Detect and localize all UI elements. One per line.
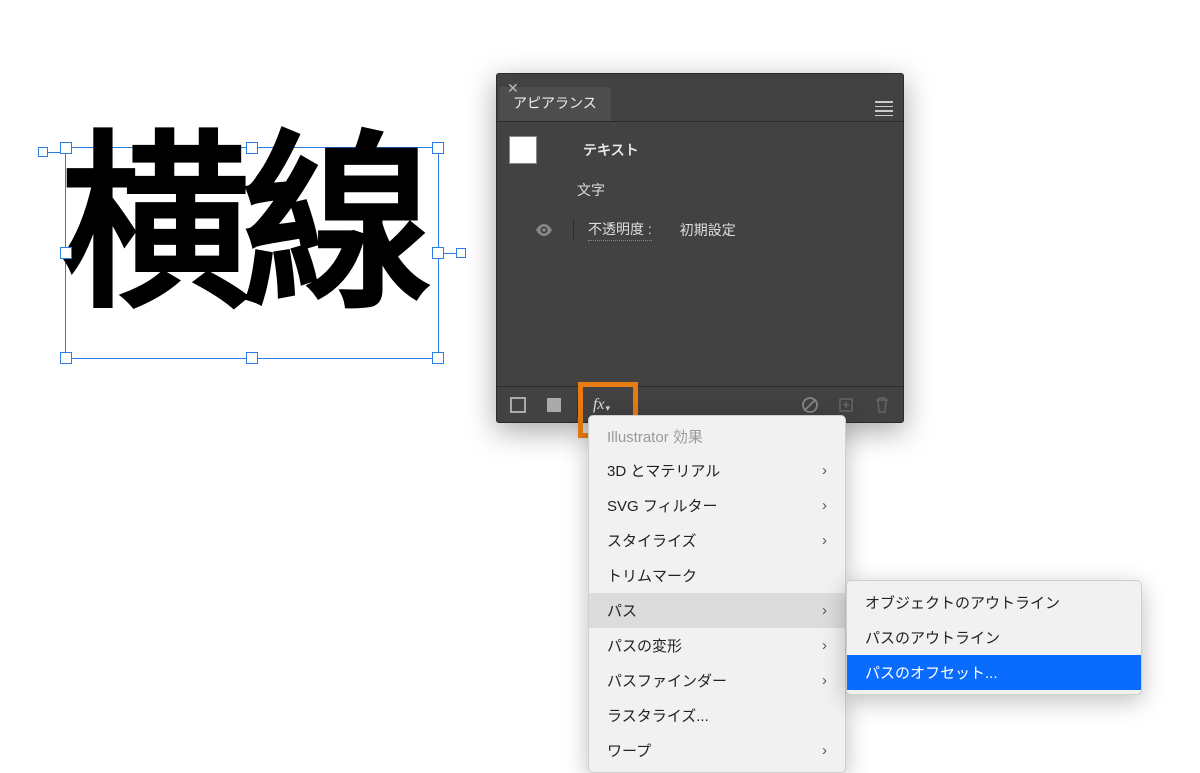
path-submenu: オブジェクトのアウトラインパスのアウトラインパスのオフセット... [846, 580, 1142, 695]
canvas-text: 横線 [60, 132, 444, 322]
chevron-right-icon: › [822, 602, 827, 619]
resize-handle-br[interactable] [432, 352, 444, 364]
fx-menu-item[interactable]: ラスタライズ... [589, 698, 845, 733]
add-effect-fx-button[interactable]: fx ▾ [588, 392, 614, 418]
row-divider [573, 219, 574, 241]
resize-handle-mr[interactable] [432, 247, 444, 259]
resize-handle-tl[interactable] [60, 142, 72, 154]
chevron-right-icon: › [822, 497, 827, 514]
fx-effects-menu: Illustrator 効果 3D とマテリアル›SVG フィルター›スタイライ… [588, 415, 846, 773]
path-submenu-item[interactable]: オブジェクトのアウトライン [847, 585, 1141, 620]
row-label-text: テキスト [583, 140, 639, 160]
panel-body: テキスト 文字 不透明度 : 初期設定 [497, 122, 903, 250]
thread-out-port[interactable] [456, 248, 466, 258]
visibility-eye-icon[interactable] [535, 224, 559, 236]
fx-menu-item[interactable]: パスファインダー › [589, 663, 845, 698]
fx-menu-item-label: ワープ [607, 740, 651, 761]
fx-menu-item[interactable]: スタイライズ › [589, 523, 845, 558]
fx-menu-item[interactable]: トリムマーク [589, 558, 845, 593]
panel-tabbar: アピアランス [497, 74, 903, 122]
opacity-value: 初期設定 [680, 220, 736, 240]
resize-handle-tm[interactable] [246, 142, 258, 154]
appearance-row-text[interactable]: テキスト [497, 130, 903, 170]
fill-swatch[interactable] [509, 136, 537, 164]
appearance-row-characters[interactable]: 文字 [497, 170, 903, 210]
resize-handle-bl[interactable] [60, 352, 72, 364]
fx-menu-item-label: トリムマーク [607, 565, 697, 586]
path-submenu-item[interactable]: パスのアウトライン [847, 620, 1141, 655]
appearance-panel: ✕ アピアランス テキスト 文字 不透明度 : 初期設定 [496, 73, 904, 423]
resize-handle-tr[interactable] [432, 142, 444, 154]
chevron-right-icon: › [822, 672, 827, 689]
duplicate-item-button[interactable] [833, 392, 859, 418]
fx-menu-item-label: 3D とマテリアル [607, 460, 720, 481]
tool-sep [577, 393, 578, 417]
fx-menu-item-label: ラスタライズ... [607, 705, 709, 726]
chevron-right-icon: › [822, 742, 827, 759]
chevron-right-icon: › [822, 462, 827, 479]
panel-menu-icon[interactable] [875, 98, 893, 119]
chevron-right-icon: › [822, 532, 827, 549]
path-submenu-item-label: オブジェクトのアウトライン [865, 592, 1060, 613]
fx-menu-item-label: スタイライズ [607, 530, 697, 551]
fx-menu-item[interactable]: パス › [589, 593, 845, 628]
resize-handle-bm[interactable] [246, 352, 258, 364]
add-stroke-button[interactable] [505, 392, 531, 418]
fx-menu-item-label: パスの変形 [607, 635, 682, 656]
fx-menu-item[interactable]: ワープ › [589, 733, 845, 768]
clear-appearance-button[interactable] [797, 392, 823, 418]
fx-menu-item-label: パスファインダー [607, 670, 727, 691]
chevron-right-icon: › [822, 637, 827, 654]
opacity-label[interactable]: 不透明度 : [588, 219, 652, 241]
fx-menu-item[interactable]: SVG フィルター › [589, 488, 845, 523]
delete-item-button[interactable] [869, 392, 895, 418]
thread-in-port[interactable] [38, 147, 48, 157]
fx-menu-item-label: SVG フィルター [607, 495, 718, 516]
fx-menu-item-label: パス [607, 600, 637, 621]
fx-menu-item[interactable]: 3D とマテリアル › [589, 453, 845, 488]
fx-menu-header: Illustrator 効果 [589, 420, 845, 453]
resize-handle-ml[interactable] [60, 247, 72, 259]
panel-close-icon[interactable]: ✕ [507, 80, 519, 97]
row-label-char: 文字 [577, 180, 605, 200]
path-submenu-item-label: パスのオフセット... [865, 662, 998, 683]
path-submenu-item[interactable]: パスのオフセット... [847, 655, 1141, 690]
fx-icon: fx [593, 396, 605, 414]
path-submenu-item-label: パスのアウトライン [865, 627, 1000, 648]
add-fill-button[interactable] [541, 392, 567, 418]
selected-text-object[interactable]: 横線 [60, 142, 444, 364]
fx-menu-item[interactable]: パスの変形 › [589, 628, 845, 663]
appearance-row-opacity[interactable]: 不透明度 : 初期設定 [497, 210, 903, 250]
